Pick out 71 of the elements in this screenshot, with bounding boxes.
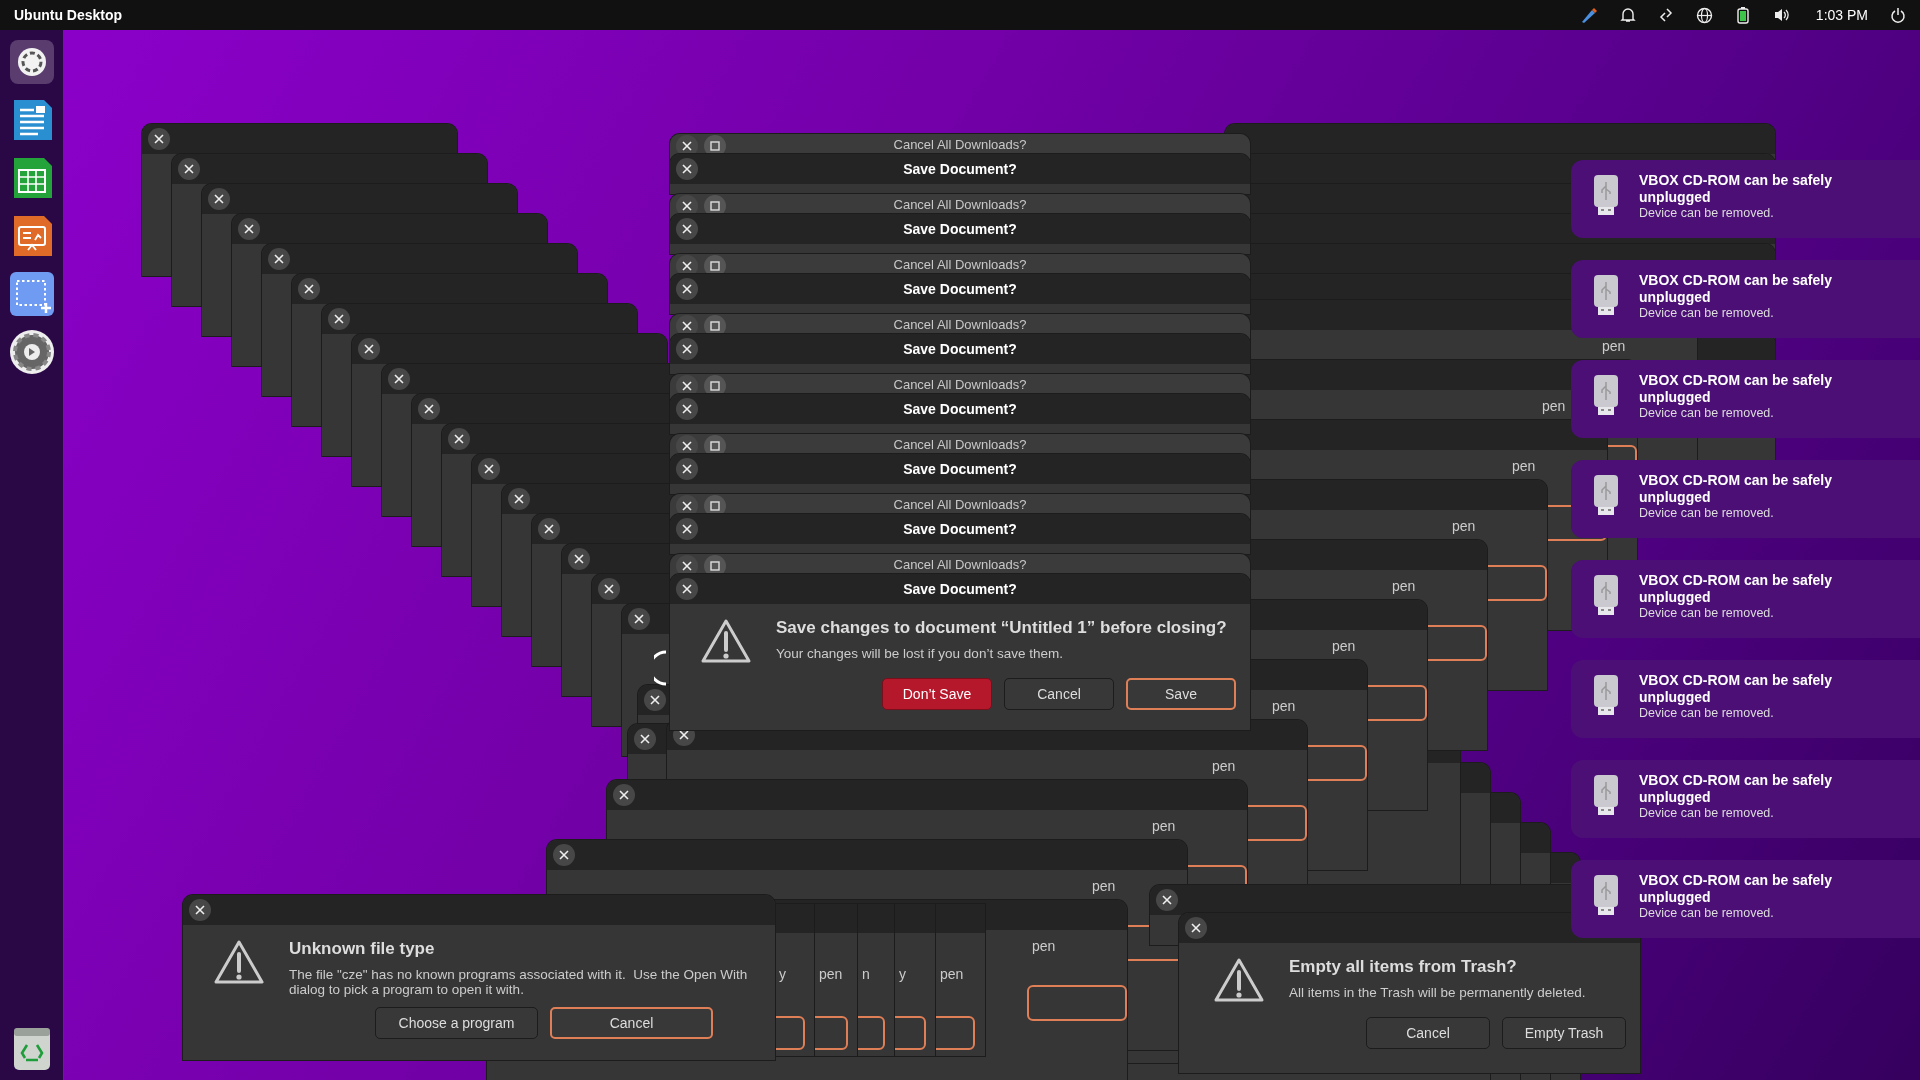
button-text: pen — [1212, 758, 1236, 774]
notification-title: VBOX CD-ROM can be safely unplugged — [1639, 572, 1833, 606]
dialog-heading: Save changes to document “Untitled 1” before closing? — [776, 618, 1227, 638]
app-title: Ubuntu Desktop — [14, 7, 123, 23]
notification-body: Device can be removed. — [1639, 606, 1775, 621]
notification-card[interactable]: VBOX CD-ROM can be safely unplugged Device can be removed. — [1571, 360, 1920, 438]
window-title: Cancel All Downloads? — [893, 257, 1027, 272]
button-text: pen — [1602, 338, 1626, 354]
button-text: pen — [940, 966, 964, 982]
window-title: Save Document? — [903, 521, 1017, 537]
button-text: n — [862, 966, 870, 982]
notification-title: VBOX CD-ROM can be safely unplugged — [1639, 272, 1833, 306]
dialog-button[interactable]: Cancel — [1366, 1017, 1490, 1049]
dialog-heading: Empty all items from Trash? — [1289, 957, 1518, 977]
window-title: Save Document? — [903, 221, 1017, 237]
window-title: Cancel All Downloads? — [893, 317, 1027, 332]
clock[interactable]: 1:03 PM — [1815, 7, 1868, 23]
notification-title: VBOX CD-ROM can be safely unplugged — [1639, 172, 1833, 206]
notification-body: Device can be removed. — [1639, 806, 1775, 821]
notification-card[interactable]: VBOX CD-ROM can be safely unplugged Device can be removed. — [1571, 560, 1920, 638]
notification-body: Device can be removed. — [1639, 706, 1775, 721]
window-title: Cancel All Downloads? — [893, 197, 1027, 212]
notification-title: VBOX CD-ROM can be safely unplugged — [1639, 672, 1833, 706]
dialog-button[interactable]: Choose a program — [375, 1007, 538, 1039]
notification-title: VBOX CD-ROM can be safely unplugged — [1639, 472, 1833, 506]
button-text: pen — [1272, 698, 1296, 714]
window-title: Cancel All Downloads? — [893, 497, 1027, 512]
button-text: pen — [1392, 578, 1416, 594]
window-title: Save Document? — [903, 161, 1017, 177]
dialog-heading: Unknown file type — [289, 939, 436, 959]
dialog-button[interactable]: Cancel — [550, 1007, 713, 1039]
notification-body: Device can be removed. — [1639, 206, 1775, 221]
window-title: Save Document? — [903, 461, 1017, 477]
notification-title: VBOX CD-ROM can be safely unplugged — [1639, 772, 1833, 806]
window-title: Cancel All Downloads? — [893, 437, 1027, 452]
dialog-message: The file "cze" has no known programs associated with it. Use the Open With dialog to pick a program to open it with. — [289, 967, 749, 997]
dialog-button[interactable]: Don’t Save — [882, 678, 992, 710]
button-text: pen — [1152, 818, 1176, 834]
dialog-button[interactable]: Save — [1126, 678, 1236, 710]
notification-body: Device can be removed. — [1639, 506, 1775, 521]
notification-card[interactable]: VBOX CD-ROM can be safely unplugged Device can be removed. — [1571, 660, 1920, 738]
window-title: Cancel All Downloads? — [893, 137, 1027, 152]
window-title: Save Document? — [903, 341, 1017, 357]
dialog-button[interactable]: Empty Trash — [1502, 1017, 1626, 1049]
dialog-message: Your changes will be lost if you don’t save them. — [776, 646, 1064, 661]
button-text: pen — [1332, 638, 1356, 654]
button-text: y — [779, 966, 786, 982]
dialog-message: All items in the Trash will be permanently deleted. — [1289, 985, 1586, 1000]
dialog-button[interactable]: Cancel — [1004, 678, 1114, 710]
window-title: Save Document? — [903, 281, 1017, 297]
button-text: pen — [1032, 938, 1056, 954]
window-title: Cancel All Downloads? — [893, 377, 1027, 392]
notification-title: VBOX CD-ROM can be safely unplugged — [1639, 372, 1833, 406]
notification-card[interactable]: VBOX CD-ROM can be safely unplugged Device can be removed. — [1571, 160, 1920, 238]
notification-card[interactable]: VBOX CD-ROM can be safely unplugged Device can be removed. — [1571, 460, 1920, 538]
notification-card[interactable]: VBOX CD-ROM can be safely unplugged Device can be removed. — [1571, 760, 1920, 838]
notification-body: Device can be removed. — [1639, 306, 1775, 321]
window-title: Cancel All Downloads? — [893, 557, 1027, 572]
button-text: pen — [819, 966, 843, 982]
window-title: Save Document? — [903, 401, 1017, 417]
button-text: y — [899, 966, 906, 982]
notification-card[interactable]: VBOX CD-ROM can be safely unplugged Device can be removed. — [1571, 860, 1920, 938]
notification-body: Device can be removed. — [1639, 406, 1775, 421]
button-text: pen — [1542, 398, 1566, 414]
notification-card[interactable]: VBOX CD-ROM can be safely unplugged Device can be removed. — [1571, 260, 1920, 338]
notification-body: Device can be removed. — [1639, 906, 1775, 921]
window-title: Save Document? — [903, 581, 1017, 597]
button-text: pen — [1512, 458, 1536, 474]
button-text: pen — [1452, 518, 1476, 534]
button-text: pen — [1092, 878, 1116, 894]
notification-title: VBOX CD-ROM can be safely unplugged — [1639, 872, 1833, 906]
